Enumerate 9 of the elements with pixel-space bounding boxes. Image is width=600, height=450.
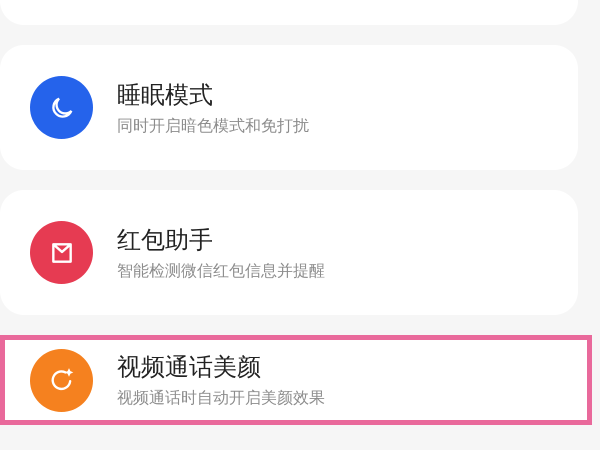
item-title: 视频通话美颜: [117, 352, 262, 382]
item-subtitle: 视频通话时自动开启美颜效果: [117, 388, 325, 408]
item-title: 红包助手: [117, 224, 214, 254]
settings-card[interactable]: 红包助手 智能检测微信红包信息并提醒: [0, 190, 578, 315]
item-subtitle: 智能检测微信红包信息并提醒: [117, 260, 325, 280]
item-title: 睡眠模式: [117, 80, 214, 110]
settings-card[interactable]: 睡眠模式 同时开启暗色模式和免打扰: [0, 45, 578, 170]
settings-card[interactable]: 视频通话美颜 视频通话时自动开启美颜效果: [0, 335, 592, 425]
item-subtitle: 同时开启暗色模式和免打扰: [117, 116, 309, 136]
